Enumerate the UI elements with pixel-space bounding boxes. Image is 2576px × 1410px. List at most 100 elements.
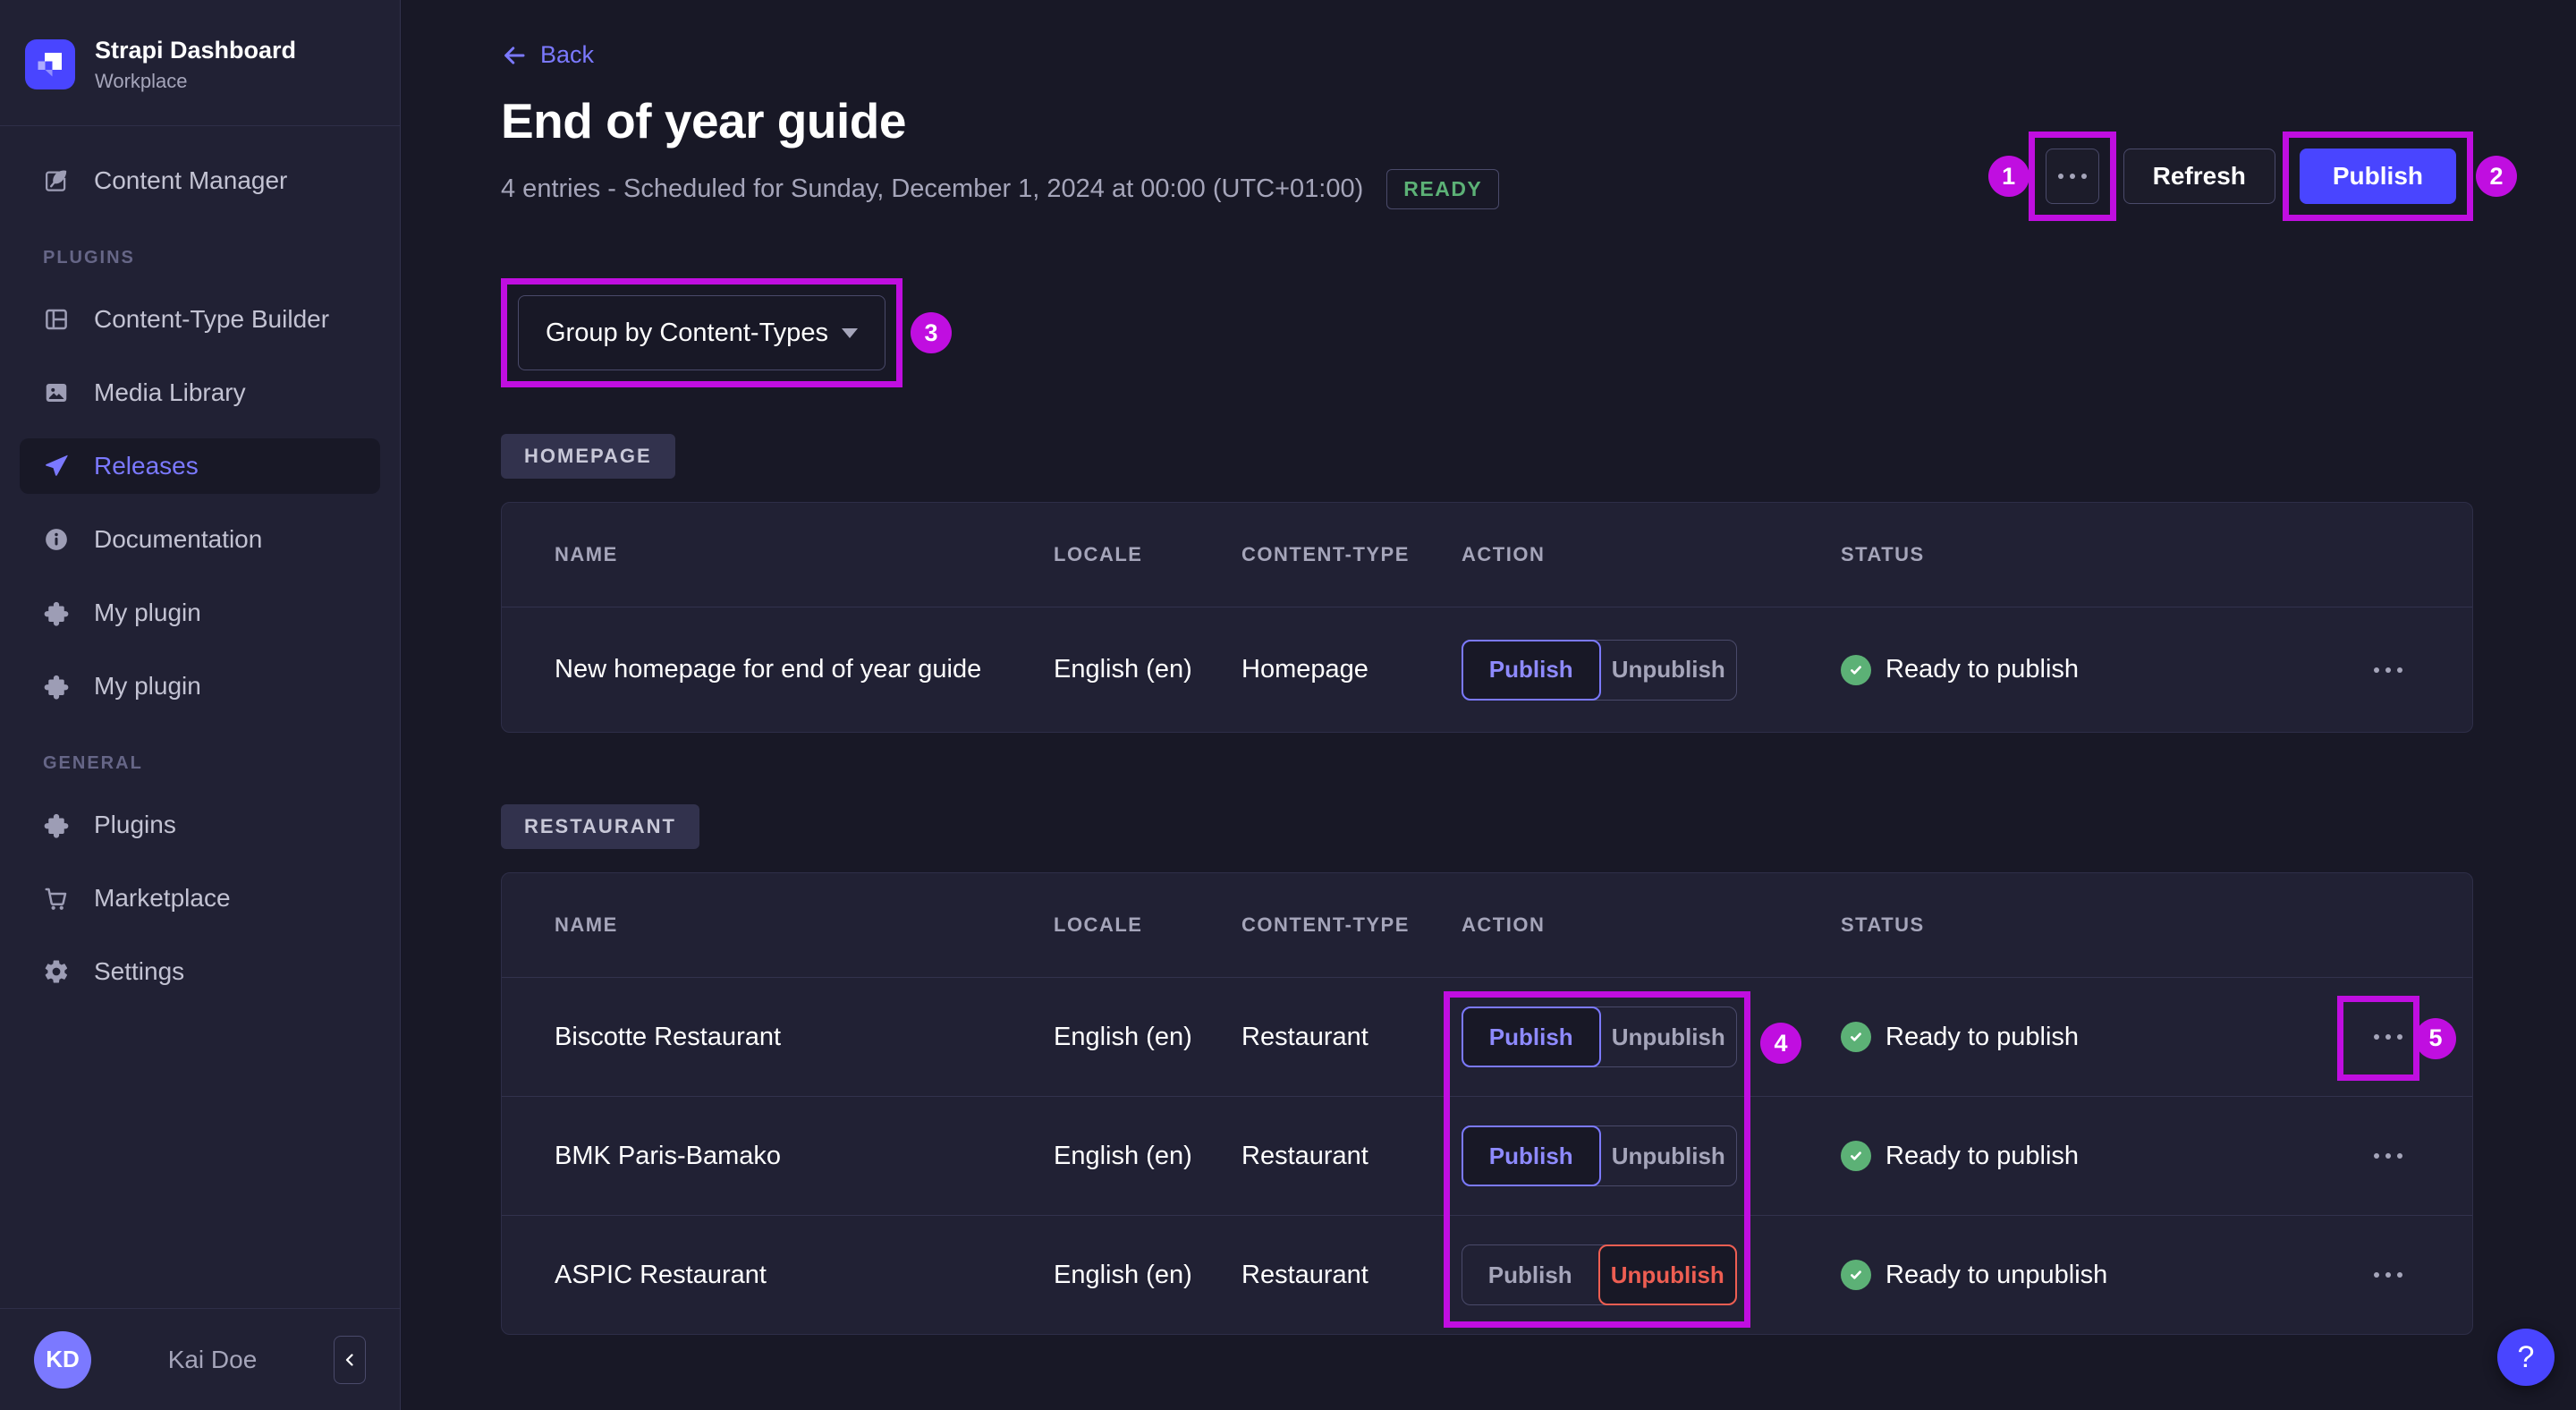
publish-release-button[interactable]: Publish — [2299, 149, 2456, 204]
publish-option[interactable]: Publish — [1462, 1007, 1601, 1067]
sidebar-item-label: Content Manager — [94, 166, 288, 194]
sidebar-item-releases[interactable]: Releases — [20, 437, 380, 494]
sidebar-section-plugins: PLUGINS — [43, 247, 135, 268]
strapi-logo-icon — [25, 38, 75, 89]
sidebar-item-plugins[interactable]: Plugins — [20, 797, 380, 853]
sidebar: Strapi Dashboard Workplace Content Manag… — [0, 0, 401, 1410]
sidebar-item-my-plugin-2[interactable]: My plugin — [20, 658, 380, 714]
page-header: End of year guide 4 entries - Scheduled … — [501, 89, 2517, 221]
chevron-left-icon — [339, 1349, 360, 1371]
sidebar-item-label: Documentation — [94, 524, 263, 553]
entry-locale: English (en) — [1054, 1260, 1192, 1289]
row-more-button[interactable] — [2352, 1153, 2424, 1159]
row-more-button[interactable] — [2352, 667, 2424, 673]
entry-status: Ready to publish — [1841, 1022, 2352, 1052]
column-locale: LOCALE — [1054, 913, 1143, 936]
help-button[interactable]: ? — [2497, 1329, 2555, 1386]
workspace-brand[interactable]: Strapi Dashboard Workplace — [0, 0, 400, 126]
sidebar-item-label: Marketplace — [94, 883, 231, 912]
entry-name: ASPIC Restaurant — [555, 1260, 767, 1289]
action-toggle: Publish Unpublish — [1462, 1007, 1737, 1067]
sidebar-item-documentation[interactable]: Documentation — [20, 512, 380, 567]
content-type-tag-restaurant: RESTAURANT — [501, 804, 699, 849]
sidebar-item-label: Settings — [94, 956, 185, 985]
sidebar-item-content-type-builder[interactable]: Content-Type Builder — [20, 292, 380, 347]
status-text: Ready to publish — [1885, 1141, 2080, 1170]
unpublish-option[interactable]: Unpublish — [1601, 641, 1737, 700]
ellipsis-icon — [2374, 1153, 2402, 1159]
workspace-subtitle: Workplace — [95, 69, 188, 92]
status-text: Ready to publish — [1885, 655, 2080, 684]
chevron-down-icon — [842, 327, 858, 338]
check-circle-icon — [1841, 1260, 1871, 1290]
row-more-button[interactable] — [2352, 1034, 2424, 1040]
publish-option[interactable]: Publish — [1462, 1245, 1598, 1304]
ellipsis-icon — [2057, 174, 2087, 179]
collapse-sidebar-button[interactable] — [334, 1335, 366, 1384]
unpublish-option[interactable]: Unpublish — [1601, 1007, 1737, 1066]
user-name: Kai Doe — [167, 1345, 258, 1373]
group-by-label: Group by Content-Types — [546, 318, 828, 347]
sidebar-item-content-manager[interactable]: Content Manager — [20, 153, 380, 208]
table-row: ASPIC Restaurant English (en) Restaurant… — [502, 1215, 2472, 1334]
release-more-button[interactable] — [2045, 149, 2099, 204]
avatar[interactable]: KD — [34, 1330, 91, 1389]
check-circle-icon — [1841, 654, 1871, 685]
gear-icon — [43, 958, 70, 985]
table-row: BMK Paris-Bamako English (en) Restaurant… — [502, 1096, 2472, 1215]
strapi-dashboard: Strapi Dashboard Workplace Content Manag… — [0, 0, 2576, 1410]
refresh-button[interactable]: Refresh — [2123, 149, 2275, 204]
back-label: Back — [540, 41, 595, 68]
sidebar-item-marketplace[interactable]: Marketplace — [20, 871, 380, 926]
sidebar-item-my-plugin-1[interactable]: My plugin — [20, 585, 380, 641]
row-more-button[interactable] — [2352, 1272, 2424, 1278]
entry-content-type: Restaurant — [1241, 1022, 1368, 1051]
layout-icon — [43, 306, 70, 333]
annotation-box-1: 1 — [1987, 132, 2116, 221]
unpublish-option[interactable]: Unpublish — [1601, 1126, 1737, 1185]
annotation-marker-3: 3 — [911, 312, 952, 353]
sidebar-item-media-library[interactable]: Media Library — [20, 365, 380, 420]
restaurant-table: NAME LOCALE CONTENT-TYPE ACTION STATUS B… — [501, 872, 2473, 1335]
column-name: NAME — [555, 913, 618, 936]
back-link[interactable]: Back — [501, 41, 594, 69]
workspace-title: Strapi Dashboard — [95, 37, 297, 64]
sidebar-item-label: My plugin — [94, 598, 201, 626]
puzzle-icon — [43, 811, 70, 838]
check-circle-icon — [1841, 1141, 1871, 1171]
publish-option[interactable]: Publish — [1462, 1125, 1601, 1186]
entry-locale: English (en) — [1054, 655, 1192, 684]
group-by-dropdown[interactable]: Group by Content-Types — [518, 295, 886, 370]
image-icon — [43, 379, 70, 406]
puzzle-icon — [43, 673, 70, 700]
toolbar: Group by Content-Types 3 — [501, 278, 2473, 387]
check-circle-icon — [1841, 1022, 1871, 1052]
status-badge: READY — [1386, 169, 1500, 209]
entry-status: Ready to unpublish — [1841, 1260, 2352, 1290]
content-type-tag-homepage: HOMEPAGE — [501, 434, 675, 479]
sidebar-item-label: My plugin — [94, 671, 201, 700]
table-header: NAME LOCALE CONTENT-TYPE ACTION STATUS — [502, 503, 2472, 607]
column-action: ACTION — [1462, 543, 1546, 565]
column-content-type: CONTENT-TYPE — [1241, 543, 1410, 565]
action-toggle: Publish Unpublish — [1462, 1125, 1737, 1186]
sidebar-item-settings[interactable]: Settings — [20, 944, 380, 999]
publish-option[interactable]: Publish — [1462, 639, 1601, 701]
unpublish-option[interactable]: Unpublish — [1597, 1244, 1737, 1305]
page-title: End of year guide — [501, 93, 906, 149]
column-locale: LOCALE — [1054, 543, 1143, 565]
pen-icon — [43, 167, 70, 194]
entry-content-type: Restaurant — [1241, 1260, 1368, 1289]
header-actions: 1 Refresh Publish 2 — [1987, 132, 2517, 221]
column-action: ACTION — [1462, 913, 1546, 936]
sidebar-item-label: Plugins — [94, 810, 176, 838]
column-status: STATUS — [1841, 543, 1925, 565]
info-icon — [43, 526, 70, 553]
sidebar-section-general: GENERAL — [43, 752, 143, 773]
entry-name: BMK Paris-Bamako — [555, 1141, 782, 1170]
action-toggle: Publish Unpublish — [1462, 1244, 1737, 1305]
sidebar-nav: Content Manager PLUGINS Content-Type Bui… — [0, 126, 400, 1017]
entry-status: Ready to publish — [1841, 654, 2352, 685]
annotation-marker-1: 1 — [1987, 156, 2029, 197]
puzzle-icon — [43, 599, 70, 626]
